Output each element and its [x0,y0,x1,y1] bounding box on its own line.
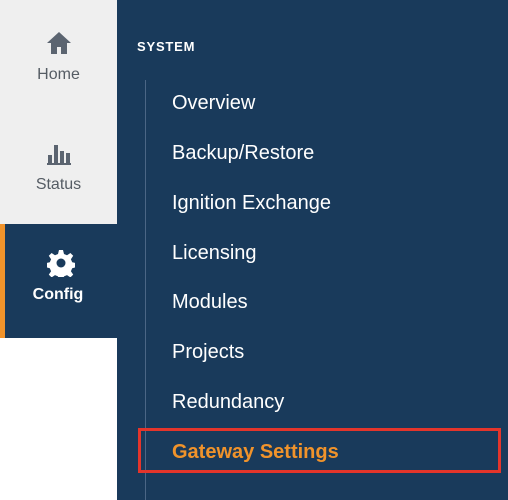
config-panel: SYSTEM Overview Backup/Restore Ignition … [117,0,508,500]
menu-item-overview[interactable]: Overview [172,83,255,123]
gear-icon [46,248,76,278]
menu-item-modules[interactable]: Modules [172,282,248,322]
menu-item-backup-restore[interactable]: Backup/Restore [172,133,314,173]
rail-home[interactable]: Home [0,0,117,110]
bar-chart-icon [44,138,74,168]
home-icon [44,28,74,58]
rail-home-label: Home [37,66,80,83]
section-title-system: SYSTEM [137,39,196,54]
rail-config[interactable]: Config [0,224,117,338]
side-rail: Home Status Config [0,0,117,500]
menu-item-ignition-exchange[interactable]: Ignition Exchange [172,183,331,223]
menu-item-redundancy[interactable]: Redundancy [172,382,284,422]
menu-item-licensing[interactable]: Licensing [172,233,257,273]
rail-status-label: Status [35,176,82,193]
rail-status[interactable]: Status [0,110,117,224]
menu-item-projects[interactable]: Projects [172,332,244,372]
rail-config-label: Config [32,286,84,303]
selection-highlight-box [138,428,501,473]
